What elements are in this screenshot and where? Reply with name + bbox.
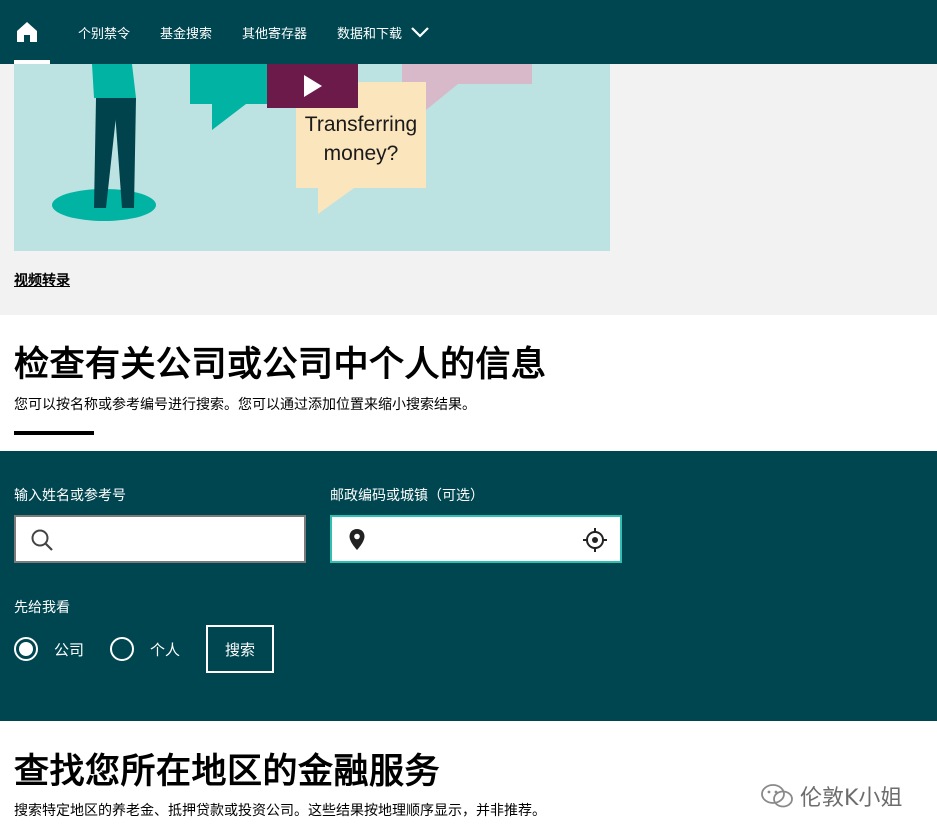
home-icon (17, 22, 37, 42)
name-field-label: 输入姓名或参考号 (14, 488, 126, 504)
search-button[interactable]: 搜索 (206, 625, 274, 673)
video-section: mone Transferring money? 视频转录 (0, 64, 937, 315)
nav-item-data-downloads[interactable]: 数据和下载 (337, 23, 430, 42)
nav-item-other-registers[interactable]: 其他寄存器 (242, 23, 307, 42)
radio-company-label: 公司 (54, 640, 85, 659)
use-my-location-icon[interactable] (582, 527, 608, 557)
location-input[interactable] (376, 525, 576, 553)
name-input[interactable] (60, 525, 300, 553)
nav-item-fund-search[interactable]: 基金搜索 (160, 23, 212, 42)
chevron-down-icon (410, 26, 430, 38)
find-section-title: 查找您所在地区的金融服务 (14, 752, 441, 792)
home-link[interactable] (4, 0, 50, 64)
show-first-label: 先给我看 (14, 600, 70, 616)
search-panel: 输入姓名或参考号 邮政编码或城镇（可选） 先给我看 公司 个人 搜索 (0, 451, 937, 721)
radio-selected-dot (19, 642, 33, 656)
watermark-text: 伦敦K小姐 (800, 786, 903, 811)
wechat-icon (760, 782, 794, 810)
nav-item-data-downloads-label: 数据和下载 (337, 26, 403, 42)
location-field-label: 邮政编码或城镇（可选） (330, 488, 484, 504)
search-icon (30, 528, 54, 556)
location-search-field (330, 515, 622, 563)
nav-item-individual-prohibitions[interactable]: 个别禁令 (78, 23, 130, 42)
find-section-subtitle: 搜索特定地区的养老金、抵押贷款或投资公司。这些结果按地理顺序显示，并非推荐。 (14, 803, 546, 819)
location-pin-icon (348, 528, 366, 556)
radio-individual-circle (110, 637, 134, 661)
radio-individual[interactable]: 个人 (110, 637, 180, 661)
radio-individual-label: 个人 (150, 640, 181, 659)
heading-divider (14, 431, 94, 435)
speech-bubble-text-left: mone (214, 64, 267, 70)
top-navigation: 个别禁令 基金搜索 其他寄存器 数据和下载 (0, 0, 937, 64)
video-transcript-link[interactable]: 视频转录 (14, 270, 70, 290)
video-illustration[interactable]: mone Transferring money? (14, 64, 610, 251)
wechat-watermark: 伦敦K小姐 (760, 780, 902, 812)
speech-bubble-text-question: Transferring money? (304, 113, 418, 165)
name-search-field (14, 515, 306, 563)
radio-company[interactable]: 公司 (14, 637, 84, 661)
radio-company-circle (14, 637, 38, 661)
check-section-title: 检查有关公司或公司中个人的信息 (14, 345, 547, 385)
check-section-subtitle: 您可以按名称或参考编号进行搜索。您可以通过添加位置来缩小搜索结果。 (14, 397, 476, 413)
